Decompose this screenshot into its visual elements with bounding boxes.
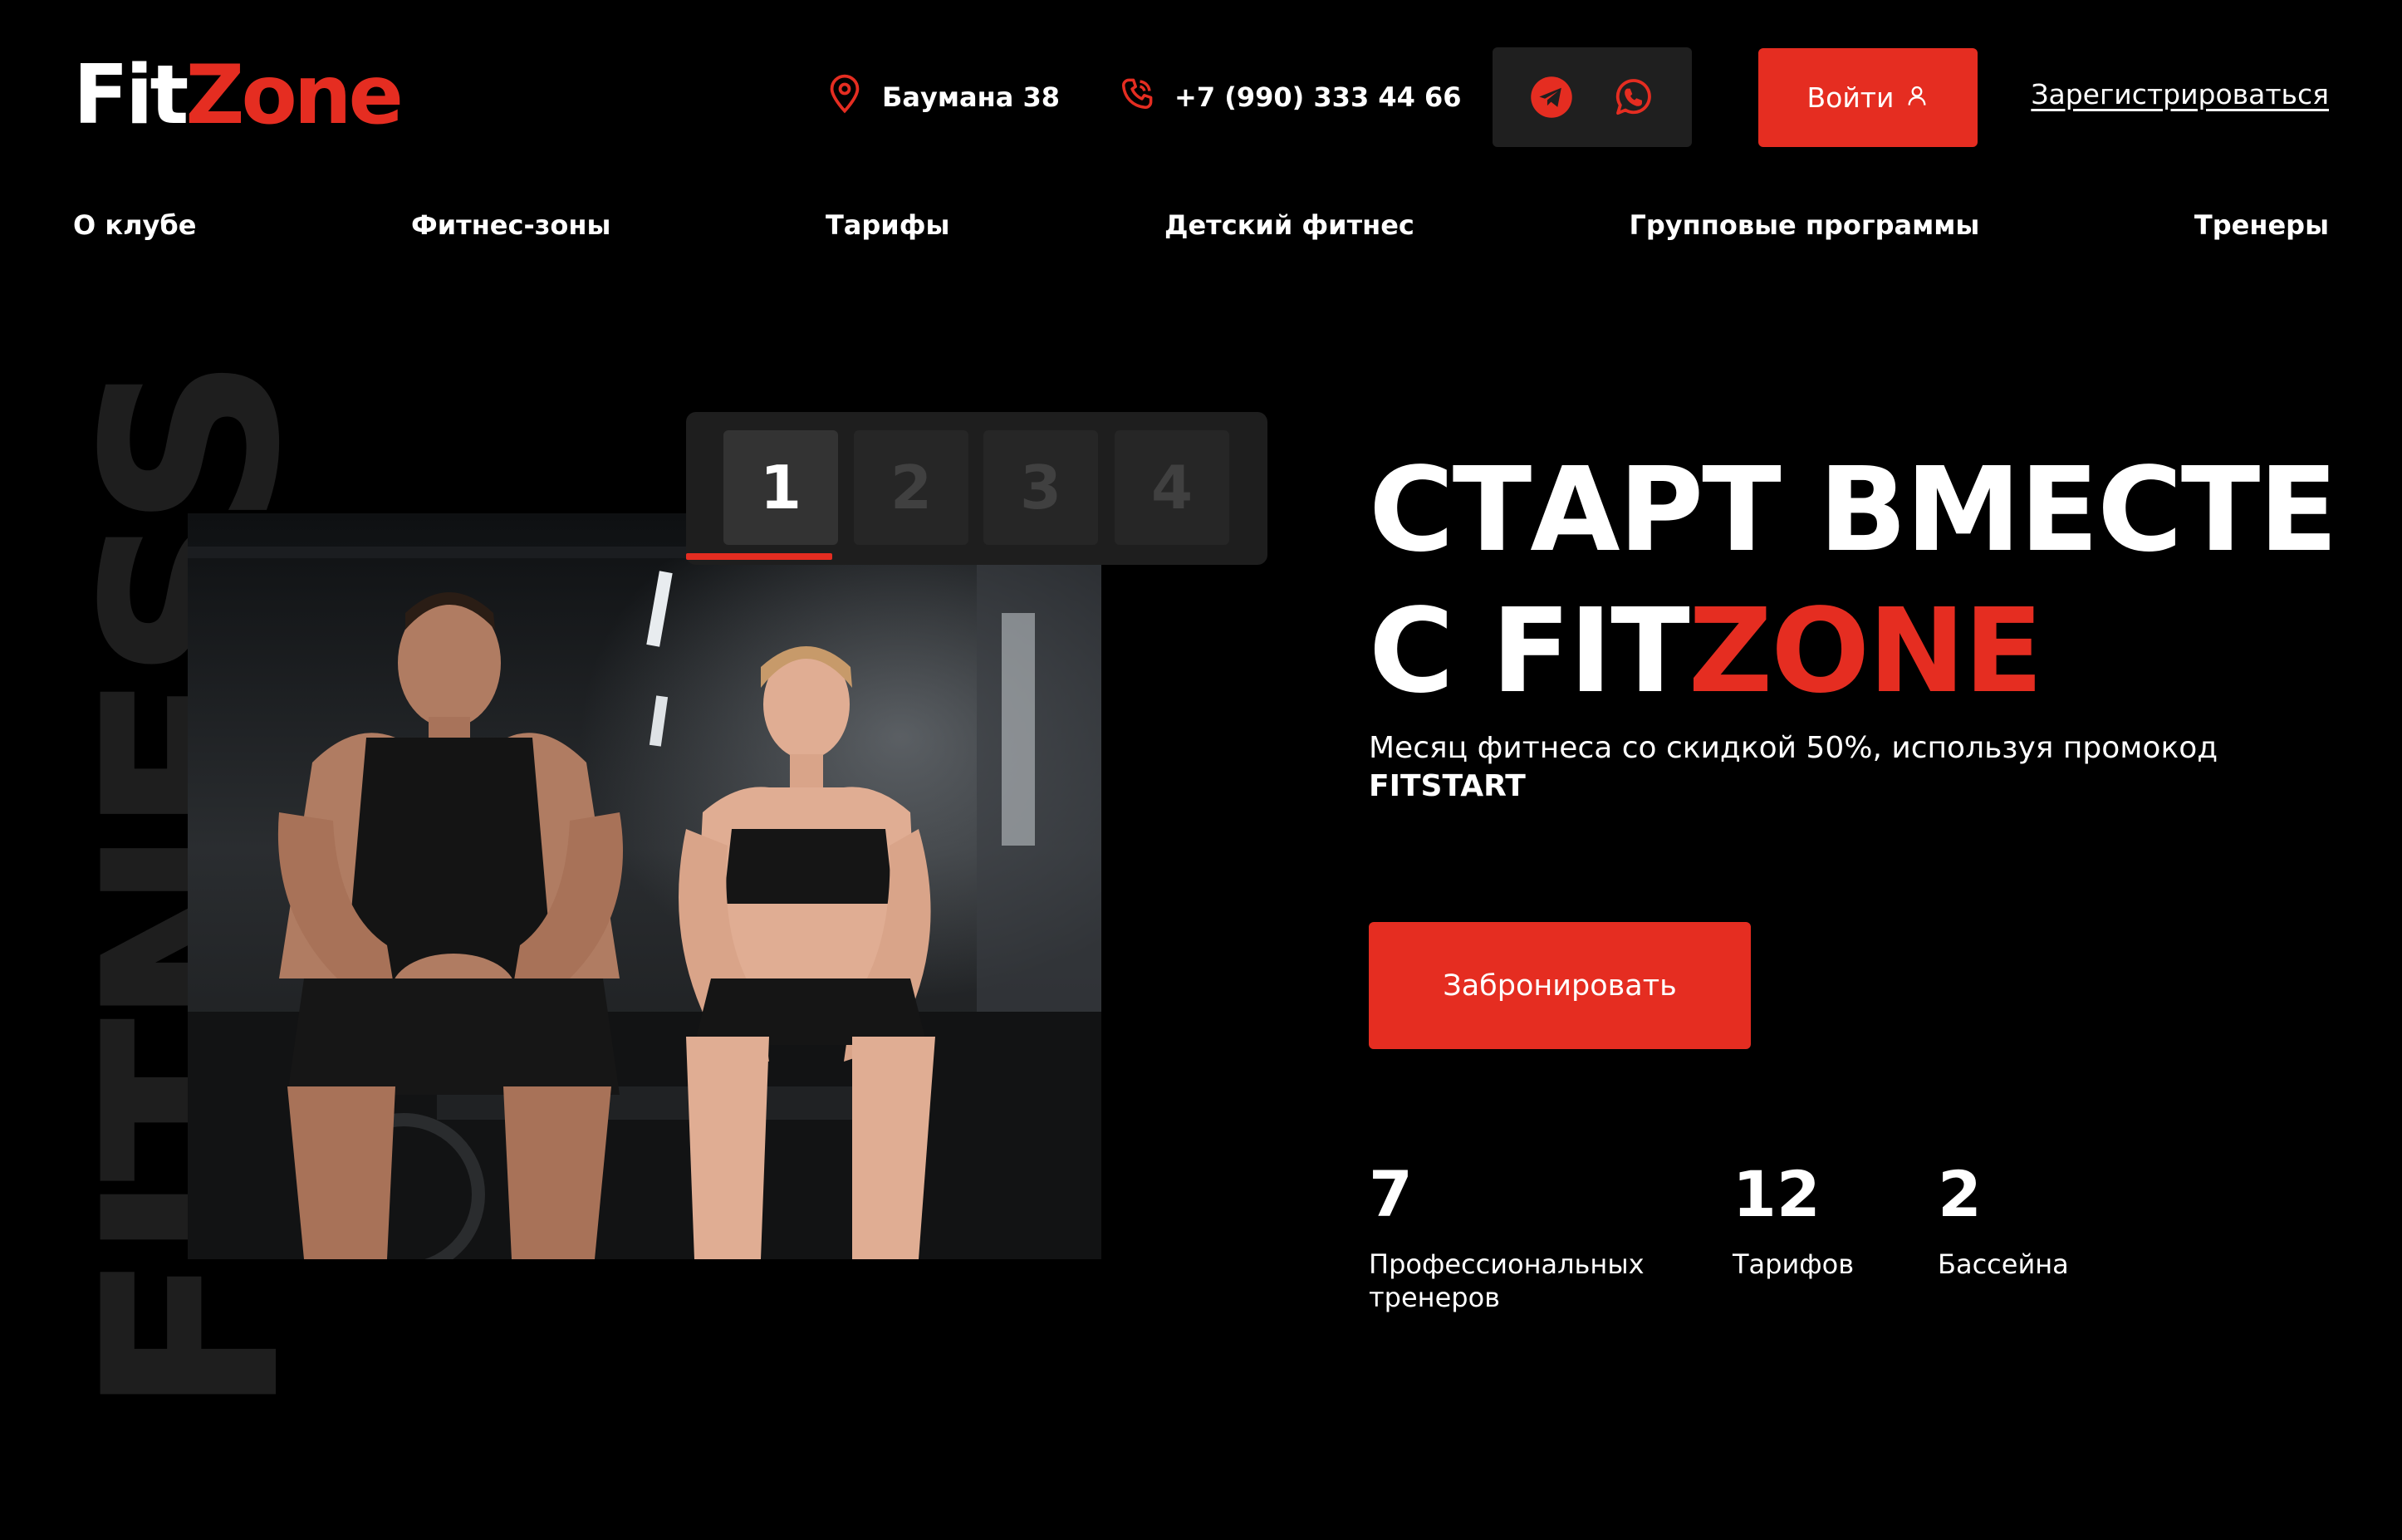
stat-value: 12 <box>1733 1157 1821 1231</box>
stat-label: Тарифов <box>1733 1248 1855 1280</box>
slide-switcher: 1 2 3 4 <box>686 412 1267 565</box>
stat-label-line-1: Профессиональных <box>1369 1248 1645 1280</box>
nav-item-trainers[interactable]: Тренеры <box>2194 209 2329 241</box>
address: Баумана 38 <box>827 74 1060 120</box>
headline-line-1: СТАРТ ВМЕСТЕ <box>1369 443 2338 578</box>
hero-photo <box>188 513 1101 1259</box>
address-text: Баумана 38 <box>882 81 1060 113</box>
nav-item-group-programs[interactable]: Групповые программы <box>1629 209 1979 241</box>
whatsapp-icon[interactable] <box>1610 74 1656 120</box>
hero-subtitle: Месяц фитнеса со скидкой 50%, используя … <box>1369 729 2282 806</box>
stat-value: 7 <box>1369 1157 1413 1231</box>
stat-trainers: 7 Профессиональных тренеров <box>1369 1163 1645 1314</box>
logo-part-fit: Fit <box>73 48 189 143</box>
stat-tariffs: 12 Тарифов <box>1733 1163 1854 1281</box>
telegram-icon[interactable] <box>1528 74 1575 120</box>
hero-headline: СТАРТ ВМЕСТЕ С FITZONE <box>1369 440 2338 723</box>
nav-item-tariffs[interactable]: Тарифы <box>826 209 949 241</box>
slide-2-button[interactable]: 2 <box>854 430 968 545</box>
active-slide-indicator <box>686 553 832 560</box>
user-icon <box>1905 81 1929 114</box>
stat-label-line-2: тренеров <box>1369 1282 1500 1313</box>
location-pin-icon <box>827 74 862 120</box>
promo-code: FITSTART <box>1369 769 1526 803</box>
logo-part-zone: Zone <box>185 48 404 143</box>
social-links <box>1493 47 1692 147</box>
stat-label: Профессиональных тренеров <box>1369 1248 1645 1314</box>
stat-label: Бассейна <box>1938 1248 2069 1280</box>
login-label: Войти <box>1806 81 1895 114</box>
logo[interactable]: FitZone <box>73 55 404 136</box>
login-button[interactable]: Войти <box>1758 48 1978 147</box>
main-nav: О клубе Фитнес-зоны Тарифы Детский фитне… <box>73 209 2329 241</box>
slide-3-button[interactable]: 3 <box>983 430 1098 545</box>
book-button[interactable]: Забронировать <box>1369 922 1751 1049</box>
nav-item-about[interactable]: О клубе <box>73 209 196 241</box>
register-link[interactable]: Зарегистрироваться <box>2031 78 2329 110</box>
nav-item-fitness-zones[interactable]: Фитнес-зоны <box>411 209 610 241</box>
headline-line-2-accent: ZONE <box>1688 584 2043 719</box>
slide-1-button[interactable]: 1 <box>723 430 838 545</box>
stat-value: 2 <box>1938 1157 1982 1231</box>
stat-pools: 2 Бассейна <box>1938 1163 2069 1281</box>
phone-icon <box>1120 74 1154 120</box>
nav-item-kids-fitness[interactable]: Детский фитнес <box>1164 209 1414 241</box>
phone[interactable]: +7 (990) 333 44 66 <box>1120 76 1462 118</box>
promo-description: Месяц фитнеса со скидкой 50%, используя … <box>1369 731 2218 765</box>
phone-text: +7 (990) 333 44 66 <box>1174 81 1462 113</box>
slide-4-button[interactable]: 4 <box>1115 430 1229 545</box>
headline-line-2-prefix: С FIT <box>1369 584 1690 719</box>
